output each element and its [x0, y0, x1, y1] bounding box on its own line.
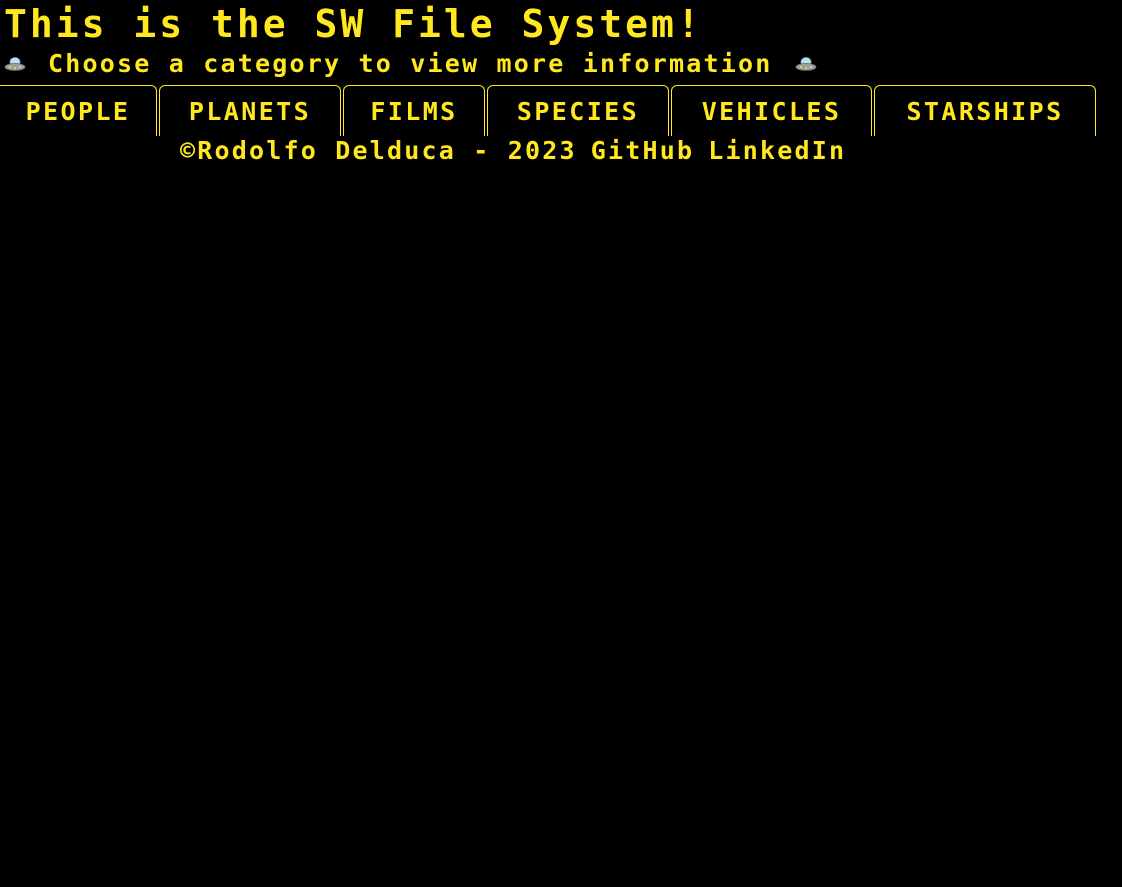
- tab-species[interactable]: SPECIES: [487, 85, 669, 136]
- tab-vehicles[interactable]: VEHICLES: [671, 85, 872, 136]
- category-tabs: PEOPLE PLANETS FILMS SPECIES VEHICLES ST…: [0, 85, 1098, 136]
- copyright-text: ©Rodolfo Delduca - 2023: [180, 135, 577, 165]
- tab-people[interactable]: PEOPLE: [0, 85, 157, 136]
- subtitle: Choose a category to view more informati…: [4, 48, 817, 80]
- page-title: This is the SW File System!: [4, 2, 703, 46]
- footer: ©Rodolfo Delduca - 2023 GitHub LinkedIn: [180, 132, 846, 168]
- tab-films[interactable]: FILMS: [343, 85, 485, 136]
- ufo-icon: [795, 57, 816, 71]
- subtitle-text: Choose a category to view more informati…: [48, 49, 773, 78]
- linkedin-link[interactable]: LinkedIn: [708, 136, 846, 165]
- ufo-icon: [4, 57, 26, 71]
- tab-starships[interactable]: STARSHIPS: [874, 85, 1096, 136]
- github-link[interactable]: GitHub: [591, 136, 695, 165]
- tab-planets[interactable]: PLANETS: [159, 85, 341, 136]
